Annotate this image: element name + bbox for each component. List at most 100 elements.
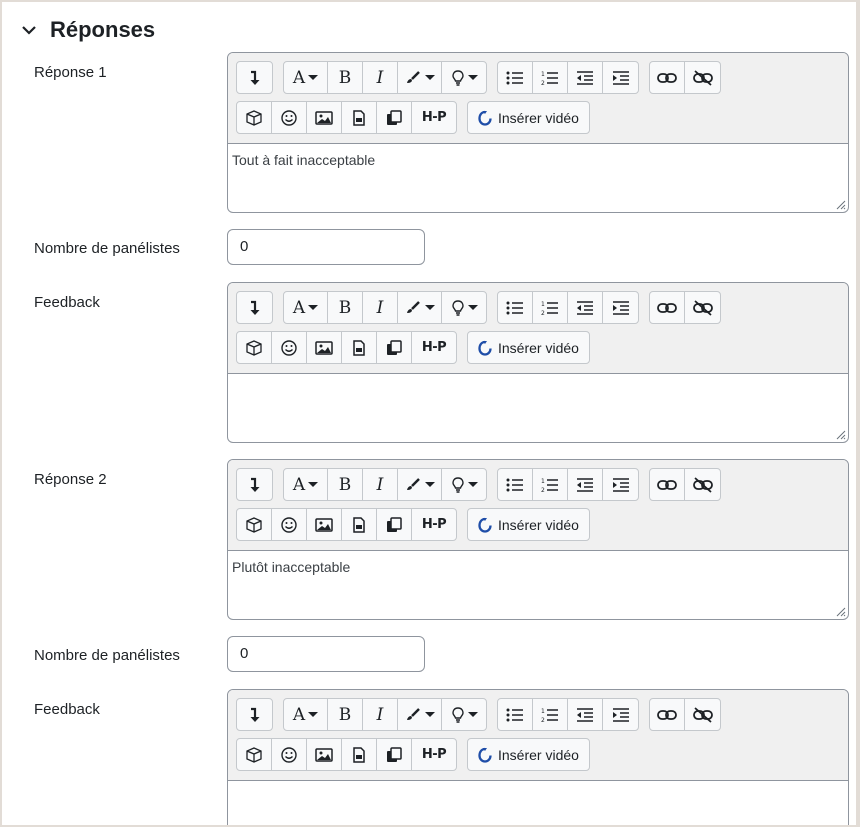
italic-button[interactable]: I — [363, 469, 398, 500]
insert-video-button[interactable]: Insérer vidéo — [468, 332, 589, 363]
show-more-button[interactable] — [237, 699, 272, 730]
brush-button[interactable] — [398, 292, 442, 323]
feedback2-editor[interactable]: A B I 12 H-P Insérer vidéo — [227, 689, 849, 825]
font-button[interactable]: A — [284, 699, 328, 730]
section-title: Réponses — [50, 17, 156, 42]
cube-button[interactable] — [237, 102, 272, 133]
insert-video-label: Insérer vidéo — [498, 339, 579, 356]
brush-button[interactable] — [398, 62, 442, 93]
collapse-chevron-icon[interactable] — [20, 21, 38, 39]
outdent-button[interactable] — [568, 62, 603, 93]
lightbulb-icon — [451, 706, 464, 723]
h5p-button[interactable]: H-P — [412, 739, 456, 770]
show-more-button[interactable] — [237, 292, 272, 323]
insert-video-button[interactable]: Insérer vidéo — [468, 102, 589, 133]
lightbulb-button[interactable] — [442, 699, 486, 730]
link-button[interactable] — [650, 62, 685, 93]
image-button[interactable] — [307, 509, 342, 540]
bullet-list-button[interactable] — [498, 699, 533, 730]
emoji-button[interactable] — [272, 102, 307, 133]
font-button[interactable]: A — [284, 292, 328, 323]
indent-button[interactable] — [603, 292, 638, 323]
indent-button[interactable] — [603, 62, 638, 93]
h5p-button[interactable]: H-P — [412, 102, 456, 133]
reponse2-editor[interactable]: A B I 12 H-P Insérer vidéo Plutôt inacce… — [227, 459, 849, 620]
h5p-button[interactable]: H-P — [412, 332, 456, 363]
show-more-button[interactable] — [237, 469, 272, 500]
copy-button[interactable] — [377, 102, 412, 133]
outdent-button[interactable] — [568, 699, 603, 730]
link-button[interactable] — [650, 469, 685, 500]
section-header[interactable]: Réponses — [20, 16, 155, 44]
cube-button[interactable] — [237, 739, 272, 770]
reponse2-content[interactable]: Plutôt inacceptable — [228, 551, 848, 583]
insert-video-button[interactable]: Insérer vidéo — [468, 509, 589, 540]
unlink-button[interactable] — [685, 469, 720, 500]
copy-button[interactable] — [377, 332, 412, 363]
feedback1-editor[interactable]: A B I 12 H-P Insérer vidéo — [227, 282, 849, 443]
outdent-button[interactable] — [568, 469, 603, 500]
link-button[interactable] — [650, 699, 685, 730]
image-icon — [315, 747, 333, 762]
indent-icon — [612, 300, 629, 315]
font-button[interactable]: A — [284, 469, 328, 500]
italic-button[interactable]: I — [363, 292, 398, 323]
file-button[interactable] — [342, 102, 377, 133]
resize-handle-icon[interactable] — [834, 198, 846, 210]
indent-button[interactable] — [603, 699, 638, 730]
unlink-button[interactable] — [685, 62, 720, 93]
numbered-list-button[interactable]: 12 — [533, 699, 568, 730]
resize-handle-icon[interactable] — [834, 428, 846, 440]
reponse1-content[interactable]: Tout à fait inacceptable — [228, 144, 848, 176]
show-more-button[interactable] — [237, 62, 272, 93]
indent-button[interactable] — [603, 469, 638, 500]
numbered-list-button[interactable]: 12 — [533, 292, 568, 323]
reponse1-label: Réponse 1 — [34, 64, 107, 81]
unlink-button[interactable] — [685, 292, 720, 323]
panelists1-input[interactable]: 0 — [227, 229, 425, 265]
h5p-button[interactable]: H-P — [412, 509, 456, 540]
numbered-list-button[interactable]: 12 — [533, 469, 568, 500]
outdent-button[interactable] — [568, 292, 603, 323]
unlink-button[interactable] — [685, 699, 720, 730]
cube-button[interactable] — [237, 332, 272, 363]
file-button[interactable] — [342, 739, 377, 770]
feedback2-content[interactable] — [228, 781, 848, 797]
emoji-button[interactable] — [272, 509, 307, 540]
bullet-list-button[interactable] — [498, 469, 533, 500]
cube-button[interactable] — [237, 509, 272, 540]
italic-icon: I — [376, 67, 384, 88]
image-button[interactable] — [307, 739, 342, 770]
bullet-list-button[interactable] — [498, 292, 533, 323]
bold-button[interactable]: B — [328, 469, 363, 500]
font-button[interactable]: A — [284, 62, 328, 93]
image-button[interactable] — [307, 332, 342, 363]
italic-button[interactable]: I — [363, 699, 398, 730]
image-button[interactable] — [307, 102, 342, 133]
brush-button[interactable] — [398, 469, 442, 500]
lightbulb-button[interactable] — [442, 292, 486, 323]
copy-button[interactable] — [377, 509, 412, 540]
link-button[interactable] — [650, 292, 685, 323]
italic-button[interactable]: I — [363, 62, 398, 93]
file-button[interactable] — [342, 332, 377, 363]
bold-button[interactable]: B — [328, 62, 363, 93]
resize-handle-icon[interactable] — [834, 605, 846, 617]
brush-button[interactable] — [398, 699, 442, 730]
lightbulb-button[interactable] — [442, 469, 486, 500]
bullet-list-button[interactable] — [498, 62, 533, 93]
lightbulb-button[interactable] — [442, 62, 486, 93]
emoji-button[interactable] — [272, 739, 307, 770]
numbered-list-button[interactable]: 12 — [533, 62, 568, 93]
emoji-button[interactable] — [272, 332, 307, 363]
bold-icon: B — [338, 297, 352, 318]
feedback1-content[interactable] — [228, 374, 848, 390]
bold-button[interactable]: B — [328, 699, 363, 730]
copy-button[interactable] — [377, 739, 412, 770]
panelists2-input[interactable]: 0 — [227, 636, 425, 672]
file-button[interactable] — [342, 509, 377, 540]
outdent-icon — [577, 707, 593, 722]
reponse1-editor[interactable]: A B I 12 H-P Insérer vidéo Tout à fait i… — [227, 52, 849, 213]
bold-button[interactable]: B — [328, 292, 363, 323]
insert-video-button[interactable]: Insérer vidéo — [468, 739, 589, 770]
